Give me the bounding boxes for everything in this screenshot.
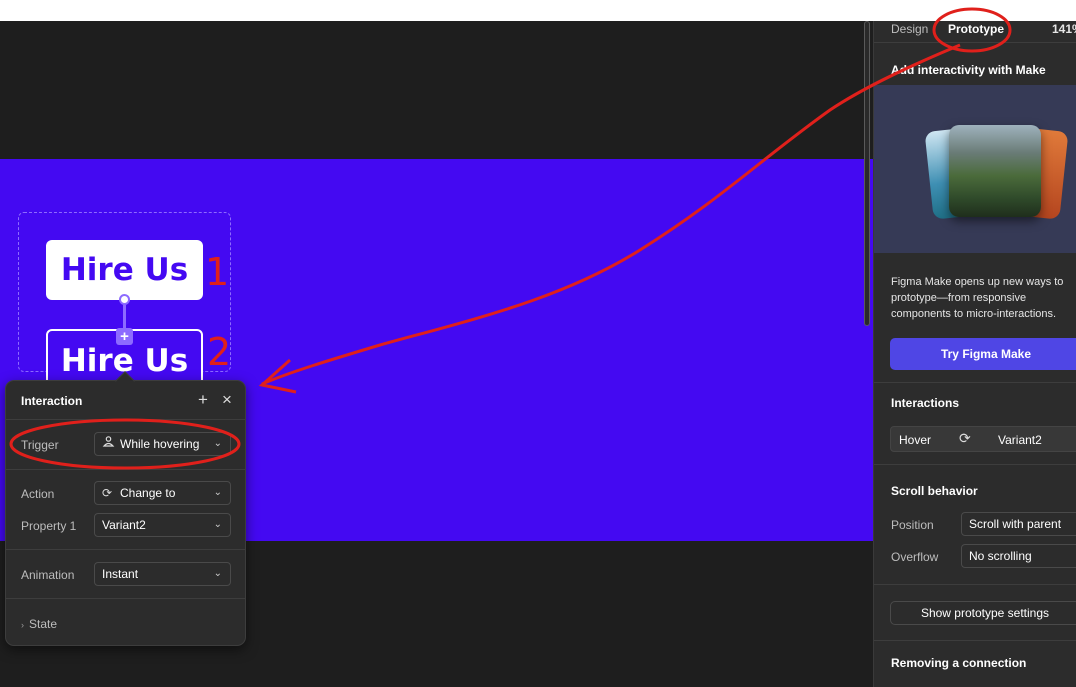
scroll-title: Scroll behavior (891, 484, 978, 498)
swap-icon: ⟳ (102, 486, 113, 500)
top-strip (0, 0, 1076, 21)
divider (874, 382, 1076, 383)
popover-title: Interaction (21, 394, 83, 408)
state-label: State (29, 617, 58, 631)
chevron-right-icon: › (21, 620, 24, 630)
animation-select[interactable]: Instant ⌄ (94, 562, 231, 586)
show-prototype-settings-button[interactable]: Show prototype settings (890, 601, 1076, 625)
position-label: Position (891, 518, 934, 532)
landscape-image (949, 125, 1041, 217)
divider (874, 640, 1076, 641)
chevron-down-icon: ⌄ (213, 568, 222, 579)
property-value: Variant2 (102, 518, 146, 532)
divider (874, 464, 1076, 465)
interaction-target: Variant2 (998, 433, 1042, 447)
hire-us-variant-1[interactable]: Hire Us (46, 240, 203, 300)
connection-node[interactable] (119, 294, 130, 305)
hover-icon (102, 433, 120, 455)
add-interaction-icon[interactable]: + (193, 390, 213, 410)
interaction-popover: Interaction + × Trigger While hovering ⌄… (5, 371, 246, 646)
interactions-title: Interactions (891, 396, 960, 410)
trigger-label: Trigger (21, 438, 59, 452)
tab-prototype[interactable]: Prototype (948, 22, 1004, 38)
animation-value: Instant (102, 567, 139, 581)
zoom-level[interactable]: 141% (1052, 22, 1076, 38)
divider (6, 419, 245, 420)
divider (6, 469, 245, 470)
action-value: Change to (120, 486, 176, 500)
add-connection-icon[interactable]: + (116, 328, 133, 345)
divider (874, 42, 1076, 43)
tab-design[interactable]: Design (891, 22, 928, 38)
divider (6, 598, 245, 599)
chevron-down-icon: ⌄ (213, 519, 222, 530)
divider (6, 549, 245, 550)
canvas-scrollbar[interactable] (864, 21, 870, 326)
action-label: Action (21, 487, 55, 501)
make-illustration (874, 85, 1076, 253)
action-select[interactable]: ⟳ Change to ⌄ (94, 481, 231, 505)
chevron-down-icon: ⌄ (213, 438, 222, 449)
interaction-item[interactable]: Hover ⟳ Variant2 (890, 426, 1076, 452)
trigger-value: While hovering (120, 437, 200, 451)
state-row[interactable]: › State (21, 617, 57, 631)
animation-label: Animation (21, 568, 75, 582)
swap-icon: ⟳ (959, 430, 971, 446)
overflow-label: Overflow (891, 550, 939, 564)
annotation-number-2: 2 (207, 330, 232, 374)
make-title: Add interactivity with Make (891, 63, 1046, 77)
removing-connection-title: Removing a connection (891, 656, 1027, 670)
make-description: Figma Make opens up new ways to prototyp… (891, 276, 1064, 320)
property-select[interactable]: Variant2 ⌄ (94, 513, 231, 537)
divider (874, 584, 1076, 585)
interaction-trigger: Hover (899, 433, 932, 447)
property-label: Property 1 (21, 519, 77, 533)
annotation-number-1: 1 (205, 250, 230, 294)
chevron-down-icon: ⌄ (213, 487, 222, 498)
properties-panel: Design Prototype 141% Add interactivity … (873, 21, 1076, 687)
try-figma-make-button[interactable]: Try Figma Make (890, 338, 1076, 370)
overflow-select[interactable]: No scrolling (961, 544, 1076, 568)
position-select[interactable]: Scroll with parent (961, 512, 1076, 536)
close-icon[interactable]: × (217, 390, 237, 410)
trigger-select[interactable]: While hovering ⌄ (94, 432, 231, 456)
